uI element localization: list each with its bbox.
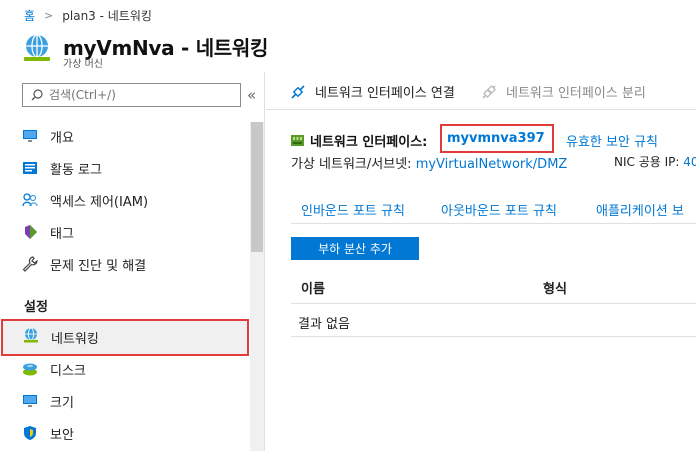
nic-label: 네트워크 인터페이스: bbox=[310, 135, 428, 150]
sidebar-item-label: 태그 bbox=[50, 226, 74, 242]
sidebar-item-diagnose[interactable]: 문제 진단 및 해결 bbox=[0, 249, 248, 279]
breadcrumb: 홈 > plan3 - 네트워킹 bbox=[0, 0, 696, 30]
sidebar-item-label: 액세스 제어(IAM) bbox=[50, 194, 149, 210]
attach-nic-label: 네트워크 인터페이스 연결 bbox=[315, 86, 455, 101]
networking-globe-icon bbox=[24, 327, 38, 343]
vnet-subnet-link[interactable]: myVirtualNetwork/DMZ bbox=[416, 157, 568, 172]
sidebar-item-label: 크기 bbox=[50, 395, 74, 411]
sidebar-item-networking[interactable]: 네트워킹 bbox=[1, 319, 249, 356]
effective-security-rules-link[interactable]: 유효한 보안 규칙 bbox=[566, 131, 658, 150]
sidebar-item-label: 개요 bbox=[50, 130, 74, 146]
table-empty-message: 결과 없음 bbox=[298, 317, 350, 332]
nic-header: 네트워크 인터페이스: bbox=[291, 131, 427, 150]
sidebar-item-size[interactable]: 크기 bbox=[0, 386, 248, 416]
vnet-subnet-line: 가상 네트워크/서브넷: myVirtualNetwork/DMZ bbox=[291, 153, 567, 172]
collapse-sidebar-icon[interactable]: « bbox=[247, 86, 256, 104]
network-interface-icon bbox=[291, 135, 304, 146]
detach-nic-label: 네트워크 인터페이스 분리 bbox=[506, 86, 646, 101]
search-input[interactable] bbox=[49, 88, 229, 102]
detach-plug-icon bbox=[482, 84, 496, 99]
detach-nic-button[interactable]: 네트워크 인터페이스 분리 bbox=[481, 82, 646, 101]
column-header-name[interactable]: 이름 bbox=[301, 278, 325, 297]
sidebar-item-overview[interactable]: 개요 bbox=[0, 121, 248, 151]
sidebar-item-label: 문제 진단 및 해결 bbox=[50, 258, 147, 274]
public-ip-label: NIC 공용 IP: bbox=[614, 155, 680, 169]
sidebar-item-disks[interactable]: 디스크 bbox=[0, 354, 248, 384]
command-bar: 네트워크 인터페이스 연결 네트워크 인터페이스 분리 bbox=[266, 72, 696, 110]
sidebar-search[interactable] bbox=[22, 83, 241, 107]
breadcrumb-home-link[interactable]: 홈 bbox=[24, 7, 35, 24]
sidebar-section-settings: 설정 bbox=[24, 300, 48, 315]
scrollbar-thumb[interactable] bbox=[251, 122, 263, 252]
breadcrumb-current: plan3 - 네트워킹 bbox=[62, 8, 152, 23]
column-header-type[interactable]: 형식 bbox=[543, 278, 567, 297]
monitor-icon bbox=[23, 130, 37, 142]
add-load-balancing-button[interactable]: 부하 분산 추가 bbox=[291, 237, 419, 260]
sidebar-item-label: 네트워킹 bbox=[51, 332, 99, 347]
tab-inbound-rules[interactable]: 인바운드 포트 규칙 bbox=[301, 200, 405, 219]
tag-icon bbox=[25, 225, 37, 239]
sidebar-item-activity-log[interactable]: 활동 로그 bbox=[0, 153, 248, 183]
sidebar-item-tags[interactable]: 태그 bbox=[0, 217, 248, 247]
sidebar-item-label: 디스크 bbox=[50, 363, 86, 379]
sidebar-scrollbar[interactable] bbox=[250, 122, 264, 451]
rules-tabs: 인바운드 포트 규칙 아웃바운드 포트 규칙 애플리케이션 보 bbox=[291, 194, 696, 224]
breadcrumb-chevron-icon: > bbox=[44, 8, 54, 22]
attach-nic-button[interactable]: 네트워크 인터페이스 연결 bbox=[290, 82, 455, 101]
iam-people-icon bbox=[22, 193, 38, 207]
search-icon bbox=[31, 89, 43, 101]
table-header: 이름 형식 bbox=[291, 271, 696, 304]
tab-application-security[interactable]: 애플리케이션 보 bbox=[596, 200, 684, 219]
table-divider bbox=[291, 336, 696, 337]
attach-plug-icon bbox=[291, 84, 305, 99]
page-header: myVmNva - 네트워킹 가상 머신 bbox=[0, 30, 696, 72]
nic-name-link[interactable]: myvmnva397 bbox=[447, 131, 545, 146]
tab-outbound-rules[interactable]: 아웃바운드 포트 규칙 bbox=[441, 200, 557, 219]
vnet-label: 가상 네트워크/서브넷: bbox=[291, 157, 412, 172]
page-subtitle: 가상 머신 bbox=[63, 59, 103, 70]
nic-public-ip: NIC 공용 IP: 40 bbox=[614, 153, 696, 170]
sidebar-item-label: 보안 bbox=[50, 427, 74, 443]
networking-globe-icon bbox=[24, 34, 50, 61]
sidebar-item-iam[interactable]: 액세스 제어(IAM) bbox=[0, 185, 248, 215]
sidebar: « 개요 활동 로그 액세스 제어(IAM) bbox=[0, 72, 265, 451]
public-ip-link[interactable]: 40 bbox=[683, 155, 696, 169]
activity-log-icon bbox=[23, 162, 37, 174]
shield-icon bbox=[24, 426, 36, 440]
disk-icon bbox=[23, 363, 37, 376]
size-monitor-icon bbox=[23, 395, 37, 407]
sidebar-item-security[interactable]: 보안 bbox=[0, 418, 248, 448]
wrench-icon bbox=[22, 256, 38, 272]
sidebar-item-label: 활동 로그 bbox=[50, 162, 102, 178]
